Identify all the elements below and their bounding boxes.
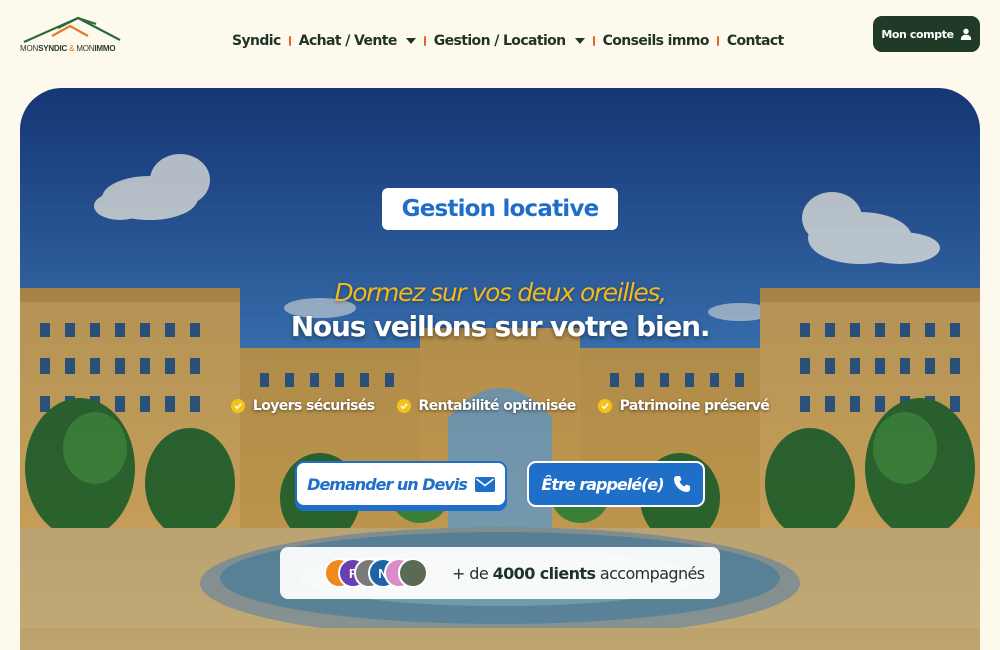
client-avatars: F N (324, 557, 434, 589)
account-button[interactable]: Mon compte (873, 16, 980, 52)
nav-item-syndic[interactable]: Syndic (232, 33, 281, 49)
callback-button[interactable]: Être rappelé(e) (527, 461, 705, 507)
account-button-label: Mon compte (881, 27, 954, 41)
feature-list: Loyers sécurisés Rentabilité optimisée P… (20, 398, 980, 414)
chevron-down-icon (574, 38, 585, 44)
feature-item: Loyers sécurisés (230, 398, 375, 414)
check-circle-icon (396, 399, 411, 413)
nav-item-gestion-location[interactable]: Gestion / Location (434, 33, 585, 49)
nav-item-contact[interactable]: Contact (727, 33, 784, 49)
hero-tagline: Dormez sur vos deux oreilles, (334, 278, 667, 307)
check-circle-icon (597, 399, 612, 413)
page-badge: Gestion locative (382, 188, 618, 230)
chevron-down-icon (405, 38, 416, 44)
nav-separator (592, 36, 595, 46)
callback-label: Être rappelé(e) (541, 474, 664, 494)
user-icon (960, 28, 971, 40)
logo-roof-icon (23, 16, 121, 44)
feature-item: Rentabilité optimisée (396, 398, 577, 414)
clients-social-proof: F N + de 4000 clients accompagnés (280, 547, 720, 599)
site-logo[interactable]: MONSYNDIC & MONIMMO (18, 14, 128, 56)
request-quote-button[interactable]: Demander un Devis (295, 461, 507, 507)
hero-content: Gestion locative Dormez sur vos deux ore… (20, 88, 980, 650)
hero-headline: Nous veillons sur votre bien. (290, 310, 711, 343)
feature-label: Rentabilité optimisée (418, 398, 577, 414)
phone-icon (673, 476, 690, 492)
request-quote-label: Demander un Devis (307, 474, 468, 494)
nav-separator (716, 36, 719, 46)
avatar (398, 558, 428, 588)
nav-item-achat-vente[interactable]: Achat / Vente (299, 33, 416, 49)
logo-wordmark: MONSYNDIC & MONIMMO (20, 44, 116, 53)
nav-separator (423, 36, 426, 46)
nav-item-conseils-immo[interactable]: Conseils immo (603, 33, 710, 49)
check-circle-icon (230, 399, 245, 413)
feature-label: Loyers sécurisés (252, 398, 375, 414)
feature-item: Patrimoine préservé (597, 398, 770, 414)
main-nav: Syndic Achat / Vente Gestion / Location … (232, 30, 784, 52)
clients-count-text: + de 4000 clients accompagnés (452, 563, 705, 583)
hero-section: Gestion locative Dormez sur vos deux ore… (20, 88, 980, 650)
envelope-icon (474, 476, 495, 492)
nav-separator (288, 36, 291, 46)
feature-label: Patrimoine préservé (619, 398, 770, 414)
site-header: MONSYNDIC & MONIMMO Syndic Achat / Vente… (0, 0, 1000, 88)
